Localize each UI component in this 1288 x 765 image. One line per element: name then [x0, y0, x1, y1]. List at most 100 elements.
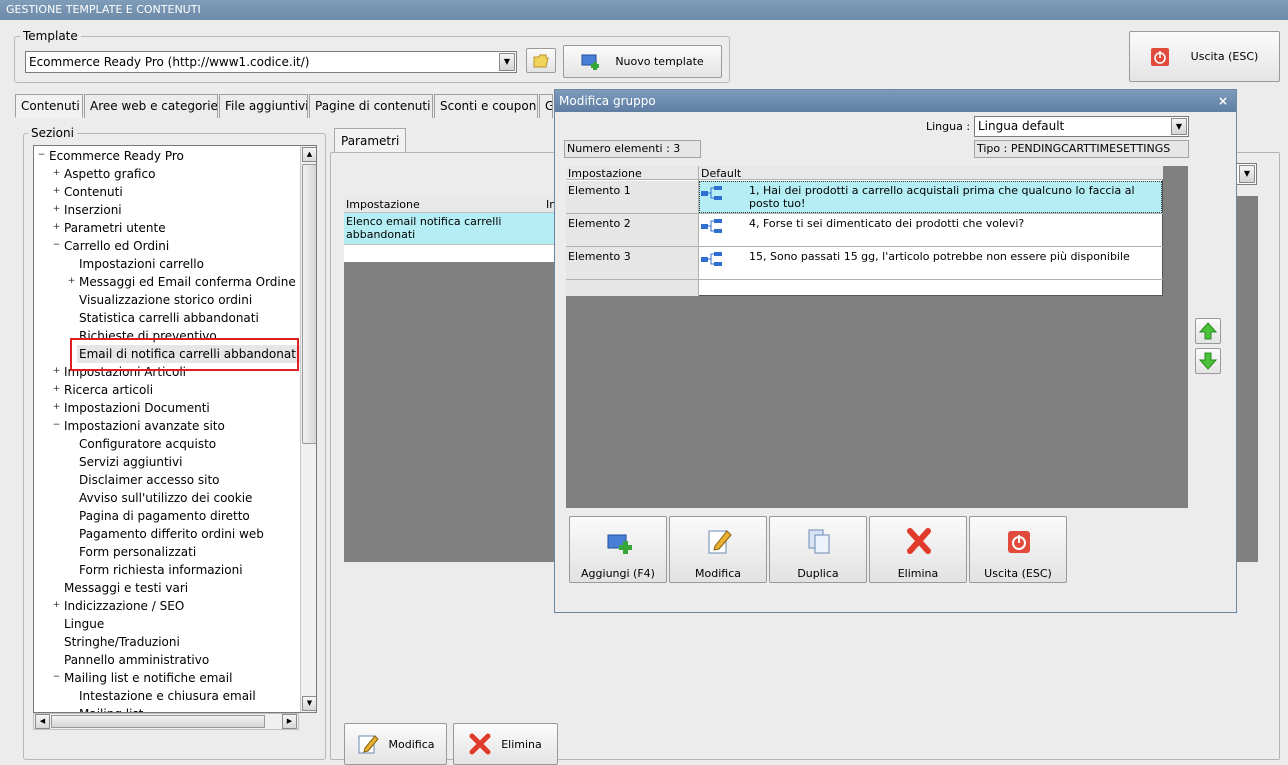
uscita-button[interactable]: Uscita (ESC)	[969, 516, 1067, 583]
expand-icon[interactable]: +	[52, 601, 61, 610]
open-folder-button[interactable]	[526, 48, 556, 73]
element-row[interactable]: Elemento 2 4, Forse ti sei dimenticato d…	[566, 214, 1163, 247]
close-icon[interactable]: ×	[1218, 90, 1228, 112]
tree-item-mailing-notifiche[interactable]: Mailing list e notifiche email	[64, 669, 232, 687]
exit-button[interactable]: Uscita (ESC)	[1129, 31, 1280, 82]
params-row-selected[interactable]: Elenco email notifica carrelli abbandona…	[344, 213, 554, 245]
scroll-up-icon[interactable]: ▲	[302, 147, 316, 162]
element-row[interactable]: Elemento 1 1, Hai dei prodotti a carrell…	[566, 181, 1163, 214]
tab-hidden[interactable]: G	[539, 94, 553, 118]
tree-item-carrello-ordini[interactable]: Carrello ed Ordini	[64, 237, 169, 255]
aggiungi-button[interactable]: Aggiungi (F4)	[569, 516, 667, 583]
scroll-left-icon[interactable]: ◀	[35, 714, 50, 729]
selection-highlight	[70, 338, 299, 371]
tree-item-stringhe[interactable]: Stringhe/Traduzioni	[64, 633, 180, 651]
expand-icon[interactable]: +	[67, 277, 76, 286]
lingua-select[interactable]: Lingua default ▼	[974, 116, 1189, 137]
elimina-button[interactable]: Elimina	[869, 516, 967, 583]
tree-item-impostazioni-documenti[interactable]: Impostazioni Documenti	[64, 399, 210, 417]
duplica-button[interactable]: Duplica	[769, 516, 867, 583]
expand-icon[interactable]: +	[52, 187, 61, 196]
collapse-icon[interactable]: −	[52, 421, 61, 430]
element-value: 1, Hai dei prodotti a carrello acquistal…	[749, 184, 1135, 210]
tree-item-statistica-carrelli[interactable]: Statistica carrelli abbandonati	[79, 309, 259, 327]
expand-icon[interactable]: +	[52, 169, 61, 178]
h-scroll-thumb[interactable]	[51, 715, 265, 728]
hierarchy-icon	[701, 219, 722, 233]
move-down-button[interactable]	[1195, 348, 1221, 374]
tab-aree-web[interactable]: Aree web e categorie	[84, 94, 218, 118]
elimina-label: Elimina	[897, 567, 939, 580]
expand-icon[interactable]: +	[52, 403, 61, 412]
tree-item-storico-ordini[interactable]: Visualizzazione storico ordini	[79, 291, 252, 309]
new-template-button[interactable]: Nuovo template	[563, 45, 722, 78]
tab-sconti-coupon[interactable]: Sconti e coupon	[434, 94, 538, 118]
element-row[interactable]: Elemento 3 15, Sono passati 15 gg, l'art…	[566, 247, 1163, 280]
tree-item-seo[interactable]: Indicizzazione / SEO	[64, 597, 184, 615]
tree-item-pannello[interactable]: Pannello amministrativo	[64, 651, 209, 669]
tree-item-configuratore[interactable]: Configuratore acquisto	[79, 435, 216, 453]
tree-item-lingue[interactable]: Lingue	[64, 615, 104, 633]
tab-contenuti[interactable]: Contenuti	[15, 94, 83, 118]
move-up-button[interactable]	[1195, 318, 1221, 344]
tree-horizontal-scrollbar[interactable]: ◀ ▶	[33, 713, 299, 730]
chevron-down-icon[interactable]: ▼	[1171, 118, 1187, 135]
expand-icon[interactable]: +	[52, 223, 61, 232]
tree-item-contenuti[interactable]: Contenuti	[64, 183, 123, 201]
tree-item-servizi-aggiuntivi[interactable]: Servizi aggiuntivi	[79, 453, 182, 471]
tree-item-ricerca-articoli[interactable]: Ricerca articoli	[64, 381, 153, 399]
tree-item-messaggi-email[interactable]: Messaggi ed Email conferma Ordine	[79, 273, 296, 291]
tree-item-mailing-list[interactable]: Mailing list	[79, 705, 143, 712]
params-elimina-label: Elimina	[501, 737, 542, 751]
chevron-down-icon[interactable]: ▼	[1239, 165, 1255, 183]
folder-icon	[533, 54, 549, 67]
element-value: 15, Sono passati 15 gg, l'articolo potre…	[749, 250, 1130, 263]
tree-item-disclaimer[interactable]: Disclaimer accesso sito	[79, 471, 220, 489]
tree-vertical-scrollbar[interactable]: ▲ ▼	[300, 146, 316, 712]
tree-item-inserzioni[interactable]: Inserzioni	[64, 201, 122, 219]
tree-item-pagamento-differito[interactable]: Pagamento differito ordini web	[79, 525, 264, 543]
lingua-select-value: Lingua default	[978, 119, 1065, 133]
tab-pagine-contenuti[interactable]: Pagine di contenuti	[309, 94, 433, 118]
tree-item-form-personalizzati[interactable]: Form personalizzati	[79, 543, 196, 561]
tree-item-cookie[interactable]: Avviso sull'utilizzo dei cookie	[79, 489, 252, 507]
params-elimina-button[interactable]: Elimina	[453, 723, 558, 765]
params-modifica-button[interactable]: Modifica	[344, 723, 447, 765]
tree-item-intestazione-email[interactable]: Intestazione e chiusura email	[79, 687, 256, 705]
tree-item-impostazioni-avanzate[interactable]: Impostazioni avanzate sito	[64, 417, 225, 435]
tree-item-root[interactable]: Ecommerce Ready Pro	[49, 147, 184, 165]
expand-icon[interactable]: +	[52, 205, 61, 214]
params-header: Impostazione In	[344, 196, 556, 213]
elements-grid: Impostazione Default Elemento 1 1, Hai d…	[566, 166, 1188, 508]
tree-item-parametri-utente[interactable]: Parametri utente	[64, 219, 166, 237]
hierarchy-icon	[701, 186, 722, 200]
exit-label: Uscita (ESC)	[1190, 50, 1259, 63]
expand-icon[interactable]: +	[52, 367, 61, 376]
tree-item-form-richiesta[interactable]: Form richiesta informazioni	[79, 561, 243, 579]
tree-item-messaggi-testi[interactable]: Messaggi e testi vari	[64, 579, 188, 597]
modifica-button[interactable]: Modifica	[669, 516, 767, 583]
tab-file-aggiuntivi[interactable]: File aggiuntivi	[219, 94, 308, 118]
tree-item-aspetto-grafico[interactable]: Aspetto grafico	[64, 165, 155, 183]
tree-item-pagamento-diretto[interactable]: Pagina di pagamento diretto	[79, 507, 250, 525]
tree-item-impostazioni-carrello[interactable]: Impostazioni carrello	[79, 255, 204, 273]
chevron-down-icon[interactable]: ▼	[499, 53, 515, 71]
add-monitor-icon	[581, 54, 600, 70]
collapse-icon[interactable]: −	[37, 151, 46, 160]
sections-tree: − Ecommerce Ready Pro + Aspetto grafico …	[33, 145, 317, 713]
window-title: GESTIONE TEMPLATE E CONTENUTI	[0, 0, 1288, 20]
scroll-right-icon[interactable]: ▶	[282, 714, 297, 729]
scroll-down-icon[interactable]: ▼	[302, 696, 316, 711]
params-col-impostazione: Impostazione	[346, 198, 420, 211]
collapse-icon[interactable]: −	[52, 241, 61, 250]
parametri-tab[interactable]: Parametri	[334, 128, 406, 153]
collapse-icon[interactable]: −	[52, 673, 61, 682]
count-field: Numero elementi : 3	[564, 140, 701, 158]
element-row-empty	[566, 280, 698, 296]
power-icon	[1150, 47, 1169, 66]
template-select[interactable]: Ecommerce Ready Pro (http://www1.codice.…	[25, 51, 517, 73]
scroll-thumb[interactable]	[302, 164, 316, 444]
add-monitor-icon	[607, 534, 632, 554]
expand-icon[interactable]: +	[52, 385, 61, 394]
elements-col-impostazione: Impostazione	[568, 167, 642, 180]
